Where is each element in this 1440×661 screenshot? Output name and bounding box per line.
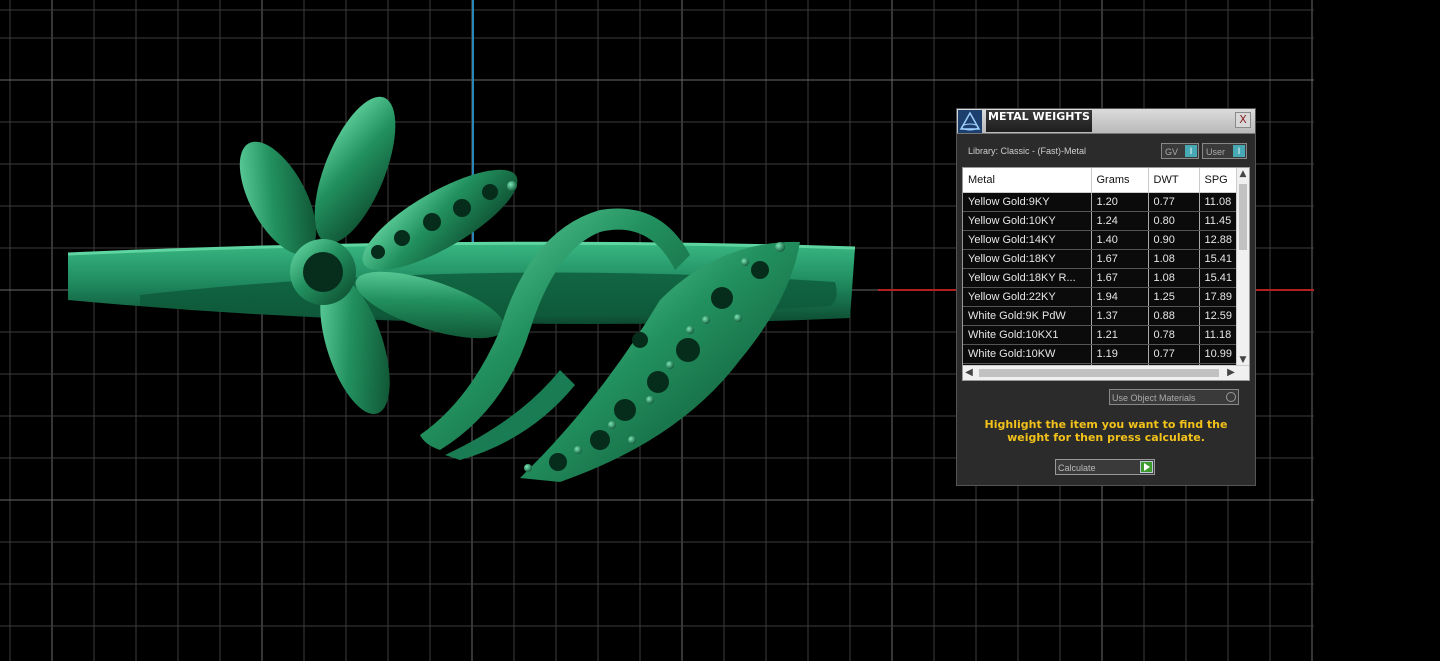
use-object-materials-toggle[interactable]: Use Object Materials (1109, 389, 1239, 405)
metal-cell: White Gold:10KW (963, 344, 1092, 364)
table-row[interactable]: Yellow Gold:14KY 1.40 0.90 12.88 (963, 230, 1240, 250)
table-row[interactable]: White Gold:9K PdW 1.37 0.88 12.59 (963, 306, 1240, 326)
spg-cell: 15.41 (1199, 249, 1240, 269)
dwt-cell: 1.08 (1148, 249, 1200, 269)
gv-toggle-switch[interactable]: I (1185, 145, 1197, 157)
dwt-cell: 0.88 (1148, 306, 1200, 326)
dwt-cell: 0.78 (1148, 325, 1200, 345)
spg-cell: 17.89 (1199, 287, 1240, 307)
metals-grid[interactable]: Metal Grams DWT SPG Yellow Gold:9KY 1.20 0… (963, 168, 1240, 380)
gv-toggle[interactable]: GV I (1161, 143, 1199, 159)
user-toggle-label: User (1206, 147, 1226, 157)
scroll-left-icon[interactable]: ◀ (963, 366, 975, 380)
column-header-metal[interactable]: Metal (963, 168, 1092, 193)
panel-titlebar[interactable]: METAL WEIGHTS X (957, 109, 1255, 134)
table-header-row: Metal Grams DWT SPG (963, 168, 1240, 193)
column-header-dwt[interactable]: DWT (1148, 168, 1200, 193)
metal-cell: Yellow Gold:10KY (963, 211, 1092, 231)
horizontal-scroll-thumb[interactable] (979, 369, 1219, 377)
column-header-grams[interactable]: Grams (1091, 168, 1149, 193)
grams-cell: 1.21 (1091, 325, 1149, 345)
metal-weights-panel[interactable]: METAL WEIGHTS X Library: Classic - (Fast… (956, 108, 1256, 486)
calculate-button[interactable]: Calculate (1055, 459, 1155, 475)
user-toggle-switch[interactable]: I (1233, 145, 1245, 157)
app-logo-icon (958, 110, 982, 133)
vertical-scroll-thumb[interactable] (1239, 184, 1247, 250)
grams-cell: 1.67 (1091, 268, 1149, 288)
table-row[interactable]: Yellow Gold:9KY 1.20 0.77 11.08 (963, 192, 1240, 212)
grams-cell: 1.24 (1091, 211, 1149, 231)
dwt-cell: 1.25 (1148, 287, 1200, 307)
table-row[interactable]: White Gold:10KW 1.19 0.77 10.99 (963, 344, 1240, 364)
table-row[interactable]: Yellow Gold:18KY R... 1.67 1.08 15.41 (963, 268, 1240, 288)
spg-cell: 12.59 (1199, 306, 1240, 326)
scroll-right-icon[interactable]: ▶ (1225, 366, 1237, 380)
spg-cell: 11.18 (1199, 325, 1240, 345)
vertical-scrollbar[interactable]: ▲ ▼ (1236, 168, 1249, 366)
close-button[interactable]: X (1235, 112, 1251, 128)
grams-cell: 1.40 (1091, 230, 1149, 250)
grams-cell: 1.94 (1091, 287, 1149, 307)
use-object-materials-label: Use Object Materials (1112, 393, 1196, 403)
metal-cell: Yellow Gold:9KY (963, 192, 1092, 212)
dwt-cell: 0.90 (1148, 230, 1200, 250)
dwt-cell: 0.77 (1148, 192, 1200, 212)
metal-cell: Yellow Gold:18KY R... (963, 268, 1092, 288)
table-row[interactable]: Yellow Gold:10KY 1.24 0.80 11.45 (963, 211, 1240, 231)
dwt-cell: 0.80 (1148, 211, 1200, 231)
spg-cell: 15.41 (1199, 268, 1240, 288)
dwt-cell: 1.08 (1148, 268, 1200, 288)
calculate-label: Calculate (1058, 463, 1096, 473)
spg-cell: 10.99 (1199, 344, 1240, 364)
scroll-up-icon[interactable]: ▲ (1237, 168, 1249, 180)
grams-cell: 1.37 (1091, 306, 1149, 326)
play-arrow-icon[interactable] (1140, 461, 1153, 473)
table-row[interactable]: Yellow Gold:18KY 1.67 1.08 15.41 (963, 249, 1240, 269)
horizontal-scrollbar[interactable]: ◀ ▶ (963, 365, 1249, 380)
grams-cell: 1.20 (1091, 192, 1149, 212)
spg-cell: 11.08 (1199, 192, 1240, 212)
spg-cell: 11.45 (1199, 211, 1240, 231)
table-row[interactable]: White Gold:10KX1 1.21 0.78 11.18 (963, 325, 1240, 345)
user-toggle[interactable]: User I (1202, 143, 1247, 159)
library-label: Library: Classic - (Fast)-Metal (968, 146, 1087, 156)
metals-table[interactable]: Metal Grams DWT SPG Yellow Gold:9KY 1.20 0… (962, 167, 1250, 381)
gv-toggle-label: GV (1165, 147, 1179, 157)
metal-cell: Yellow Gold:14KY (963, 230, 1092, 250)
panel-title: METAL WEIGHTS (986, 110, 1092, 132)
spg-cell: 12.88 (1199, 230, 1240, 250)
instruction-text: Highlight the item you want to find the … (984, 418, 1228, 444)
ring-model[interactable] (67, 86, 856, 482)
metal-cell: White Gold:9K PdW (963, 306, 1092, 326)
column-header-spg[interactable]: SPG (1199, 168, 1240, 193)
grams-cell: 1.19 (1091, 344, 1149, 364)
dwt-cell: 0.77 (1148, 344, 1200, 364)
radio-icon[interactable] (1226, 392, 1236, 402)
metal-cell: Yellow Gold:22KY (963, 287, 1092, 307)
metal-cell: Yellow Gold:18KY (963, 249, 1092, 269)
grams-cell: 1.67 (1091, 249, 1149, 269)
metal-cell: White Gold:10KX1 (963, 325, 1092, 345)
table-row[interactable]: Yellow Gold:22KY 1.94 1.25 17.89 (963, 287, 1240, 307)
